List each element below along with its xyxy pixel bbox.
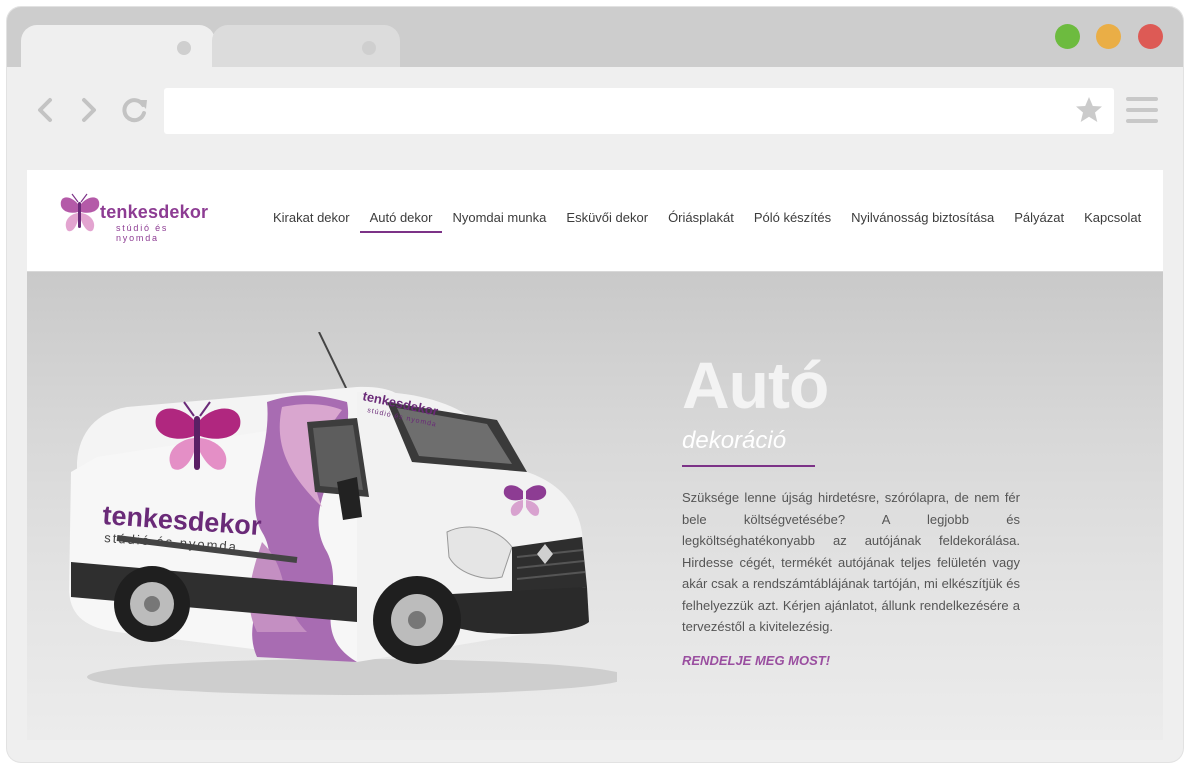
site-logo[interactable]: tenkesdekor stúdió és nyomda [57,192,209,243]
butterfly-logo-icon [60,193,100,232]
hero-subtitle: dekoráció [682,427,787,454]
nav-item-eskuvoi-dekor[interactable]: Esküvői dekor [556,208,658,233]
nav-item-nyilvanossag[interactable]: Nyilvánosság biztosítása [841,208,1004,233]
nav-item-nyomdai-munka[interactable]: Nyomdai munka [442,208,556,233]
nav-item-polo-keszites[interactable]: Póló készítés [744,208,841,233]
hero-description: Szüksége lenne újság hirdetésre, szóróla… [682,490,1020,634]
site-header: tenkesdekor stúdió és nyomda Kirakat dek… [27,170,1163,272]
logo-name: tenkesdekor [100,202,209,222]
nav-item-palyazat[interactable]: Pályázat [1004,208,1074,233]
nav-item-auto-dekor[interactable]: Autó dekor [359,208,443,233]
reload-icon [122,98,147,123]
tab-close-icon[interactable] [362,41,376,55]
browser-tab-strip [7,7,1183,69]
nav-item-oriasplakat[interactable]: Óriásplakát [658,208,744,233]
chevron-left-icon [38,98,52,122]
order-now-link[interactable]: RENDELJE MEG MOST! [682,653,830,668]
hero-section: tenkesdekor stúdió és nyomda tenkesdekor… [27,272,1163,740]
window-minimize-button[interactable] [1096,24,1121,49]
browser-menu-icon[interactable] [1126,97,1158,127]
decorated-van-image: tenkesdekor stúdió és nyomda tenkesdekor… [69,332,617,695]
reload-button[interactable] [118,93,152,127]
browser-toolbar [7,67,1183,155]
hero-divider [682,465,815,467]
nav-item-kapcsolat[interactable]: Kapcsolat [1074,208,1151,233]
window-maximize-button[interactable] [1055,24,1080,49]
window-close-button[interactable] [1138,24,1163,49]
bookmark-star-icon[interactable] [1074,95,1104,125]
browser-tab-active[interactable] [21,25,215,69]
logo-tagline: stúdió és nyomda [116,223,169,243]
web-page: tenkesdekor stúdió és nyomda Kirakat dek… [27,170,1163,740]
tab-close-icon[interactable] [177,41,191,55]
nav-item-kirakat-dekor[interactable]: Kirakat dekor [263,208,360,233]
browser-tab-inactive[interactable] [212,25,400,69]
back-button[interactable] [29,93,63,127]
chevron-right-icon [82,98,96,122]
hero-title: Autó [682,348,829,422]
address-bar[interactable] [164,88,1114,134]
main-navigation: Kirakat dekor Autó dekor Nyomdai munka E… [263,208,1151,233]
forward-button[interactable] [71,93,105,127]
browser-window: tenkesdekor stúdió és nyomda Kirakat dek… [7,7,1183,762]
